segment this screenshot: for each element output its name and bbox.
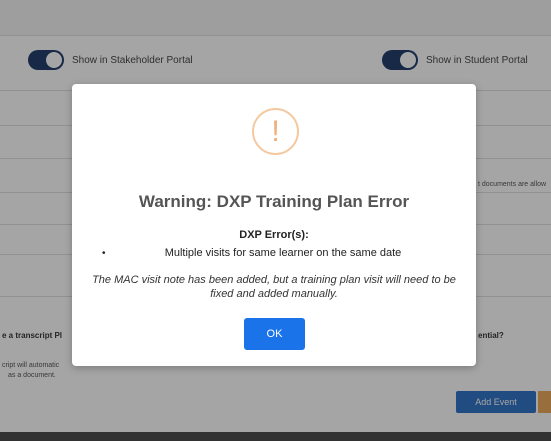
dialog-note: The MAC visit note has been added, but a… <box>92 274 456 301</box>
errors-heading: DXP Error(s): <box>239 229 309 241</box>
bullet-icon: • <box>102 247 106 259</box>
error-list: • Multiple visits for same learner on th… <box>102 247 462 259</box>
list-item: • Multiple visits for same learner on th… <box>102 247 462 259</box>
exclamation-icon: ! <box>252 108 299 155</box>
dialog-title: Warning: DXP Training Plan Error <box>138 192 410 211</box>
warning-dialog: ! Warning: DXP Training Plan Error DXP E… <box>72 84 476 366</box>
error-text: Multiple visits for same learner on the … <box>164 247 402 259</box>
ok-button[interactable]: OK <box>244 318 305 350</box>
